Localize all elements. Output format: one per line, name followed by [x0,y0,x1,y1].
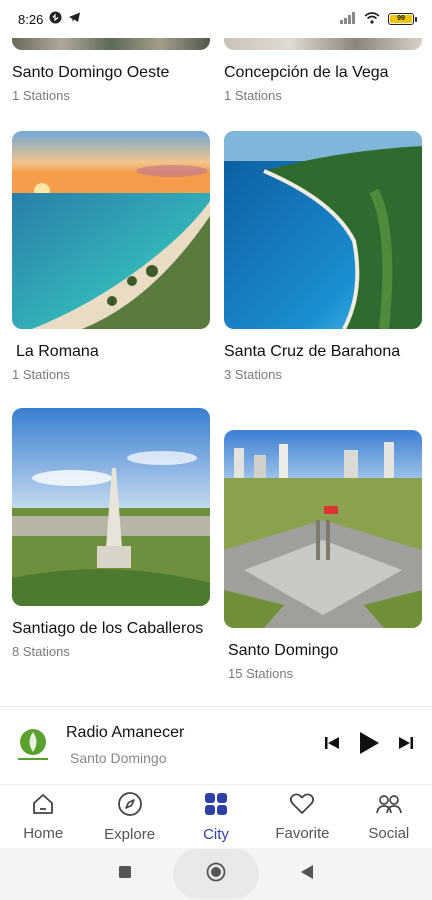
compass-icon [117,791,143,822]
play-icon [358,731,380,760]
track-title: Radio Amanecer [66,724,185,741]
skip-previous-icon [324,735,340,756]
recents-button[interactable] [103,852,147,896]
city-grid: Santo Domingo Oeste 1 Stations Concepció… [0,38,432,706]
city-image [224,131,422,329]
mini-player[interactable]: Radio Amanecer Santo Domingo [0,707,432,783]
city-card[interactable]: Santo Domingo 15 Stations [224,430,422,681]
home-icon [31,792,55,821]
city-name: Santiago de los Caballeros [12,620,204,637]
status-bar: 8:26 99 [0,0,432,38]
city-stations: 1 Stations [12,367,70,382]
city-image [224,430,422,628]
city-image [224,38,422,50]
city-name: Santo Domingo Oeste [12,64,170,81]
bottom-nav: Home Explore City Favorite Social [0,784,432,848]
grid-icon [203,791,229,822]
city-name: Santa Cruz de Barahona [224,343,401,360]
city-card[interactable]: Santiago de los Caballeros 8 Stations [12,408,210,659]
skip-next-icon [398,735,414,756]
square-icon [118,865,132,884]
wifi-icon [364,11,380,27]
home-system-button[interactable] [173,849,259,899]
previous-button[interactable] [324,735,340,756]
city-card[interactable]: Santa Cruz de Barahona 3 Stations [224,131,422,382]
signal-icon [340,11,356,27]
back-button[interactable] [285,852,329,896]
nav-label: Explore [104,825,156,843]
nav-label: Favorite [275,824,330,842]
nav-label: Social [368,824,410,842]
nav-label: City [203,825,229,843]
city-image [12,38,210,50]
notification-icon [49,11,62,27]
city-card[interactable]: La Romana 1 Stations [12,131,210,382]
people-icon [375,792,403,821]
station-logo [14,726,52,764]
city-name: Concepción de la Vega [224,64,389,81]
status-time: 8:26 [18,11,44,27]
city-stations: 1 Stations [224,88,282,103]
nav-home[interactable]: Home [0,785,86,848]
next-button[interactable] [398,735,414,756]
nav-explore[interactable]: Explore [86,785,172,848]
telegram-icon [68,11,81,27]
city-card[interactable]: Santo Domingo Oeste 1 Stations [12,38,210,103]
city-name: Santo Domingo [228,642,339,659]
city-image [12,408,210,606]
triangle-back-icon [300,864,314,885]
city-name: La Romana [16,343,99,360]
play-button[interactable] [358,731,380,760]
battery-icon: 99 [388,13,417,25]
city-stations: 8 Stations [12,644,70,659]
heart-icon [289,792,315,821]
track-subtitle: Santo Domingo [70,750,167,766]
circle-icon [206,862,226,887]
city-stations: 3 Stations [224,367,282,382]
nav-social[interactable]: Social [346,785,432,848]
nav-favorite[interactable]: Favorite [259,785,345,848]
nav-label: Home [23,824,64,842]
city-stations: 1 Stations [12,88,70,103]
system-nav-bar [0,848,432,900]
nav-city[interactable]: City [173,785,259,848]
city-image [12,131,210,329]
battery-level: 99 [397,15,405,22]
city-card[interactable]: Concepción de la Vega 1 Stations [224,38,422,103]
city-stations: 15 Stations [228,666,294,681]
